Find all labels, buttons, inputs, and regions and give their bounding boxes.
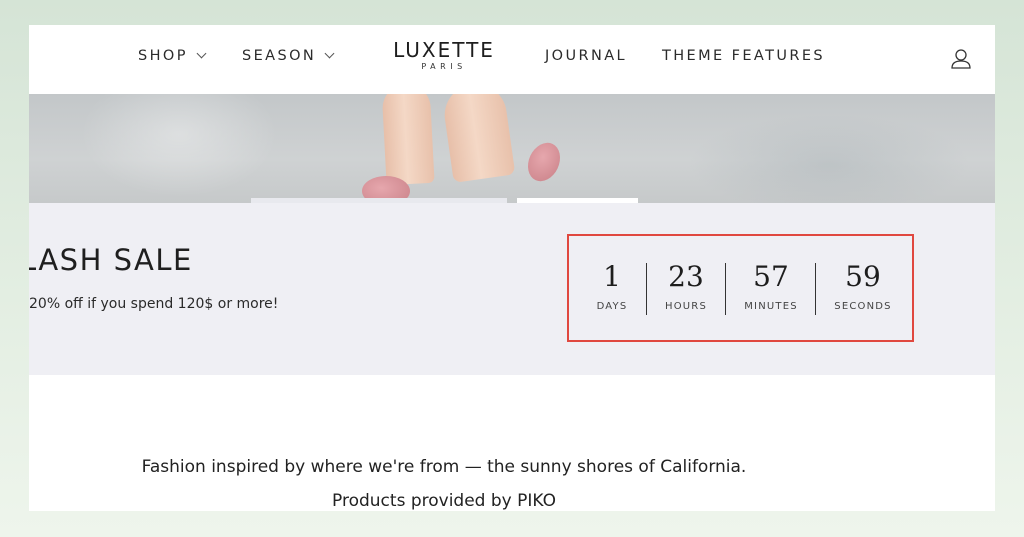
about-text-line-2: Products provided by PIKO — [332, 491, 556, 511]
logo-subtitle: PARIS — [421, 62, 467, 71]
countdown-days-value: 1 — [603, 260, 621, 293]
hero-photo-leg-right — [440, 94, 516, 183]
countdown-minutes-value: 57 — [753, 260, 789, 293]
nav-shop[interactable]: SHOP — [138, 48, 207, 64]
nav-journal-label: JOURNAL — [545, 48, 628, 64]
countdown-seconds: 59 SECONDS — [825, 260, 901, 313]
nav-season[interactable]: SEASON — [242, 48, 335, 64]
site-header: SHOP SEASON LUXETTE PARIS JOURNAL THEME … — [29, 25, 995, 94]
countdown-divider — [646, 263, 647, 315]
hero-photo-shoe-right — [521, 137, 567, 187]
countdown-divider — [725, 263, 726, 315]
flash-sale-banner: LASH SALE 20% off if you spend 120$ or m… — [29, 203, 995, 375]
countdown-divider — [815, 263, 816, 315]
countdown-minutes: 57 MINUTES — [733, 260, 809, 313]
chevron-down-icon — [324, 48, 335, 59]
hero-image — [29, 94, 995, 203]
countdown-seconds-label: SECONDS — [834, 301, 892, 312]
page-frame: SHOP SEASON LUXETTE PARIS JOURNAL THEME … — [29, 25, 995, 511]
nav-shop-label: SHOP — [138, 48, 188, 64]
countdown-hours-label: HOURS — [664, 301, 707, 312]
nav-theme-features[interactable]: THEME FEATURES — [662, 48, 825, 64]
site-logo[interactable]: LUXETTE PARIS — [384, 39, 504, 71]
countdown-hours-value: 23 — [668, 260, 704, 293]
countdown-days-label: DAYS — [596, 301, 628, 312]
nav-season-label: SEASON — [242, 48, 317, 64]
hero-photo-leg-left — [381, 94, 435, 186]
chevron-down-icon — [196, 48, 207, 59]
logo-wordmark: LUXETTE — [393, 38, 495, 62]
nav-theme-features-label: THEME FEATURES — [662, 48, 826, 64]
about-text-line-1: Fashion inspired by where we're from — t… — [141, 457, 747, 477]
countdown-seconds-value: 59 — [845, 260, 881, 293]
countdown-timer: 1 DAYS 23 HOURS 57 MINUTES 59 SECONDS — [567, 234, 914, 342]
user-icon[interactable] — [950, 48, 972, 70]
countdown-days: 1 DAYS — [589, 260, 635, 313]
sale-title: LASH SALE — [29, 243, 193, 277]
nav-journal[interactable]: JOURNAL — [545, 48, 627, 64]
countdown-minutes-label: MINUTES — [744, 301, 798, 312]
sale-subtitle: 20% off if you spend 120$ or more! — [29, 296, 279, 312]
countdown-hours: 23 HOURS — [653, 260, 719, 313]
